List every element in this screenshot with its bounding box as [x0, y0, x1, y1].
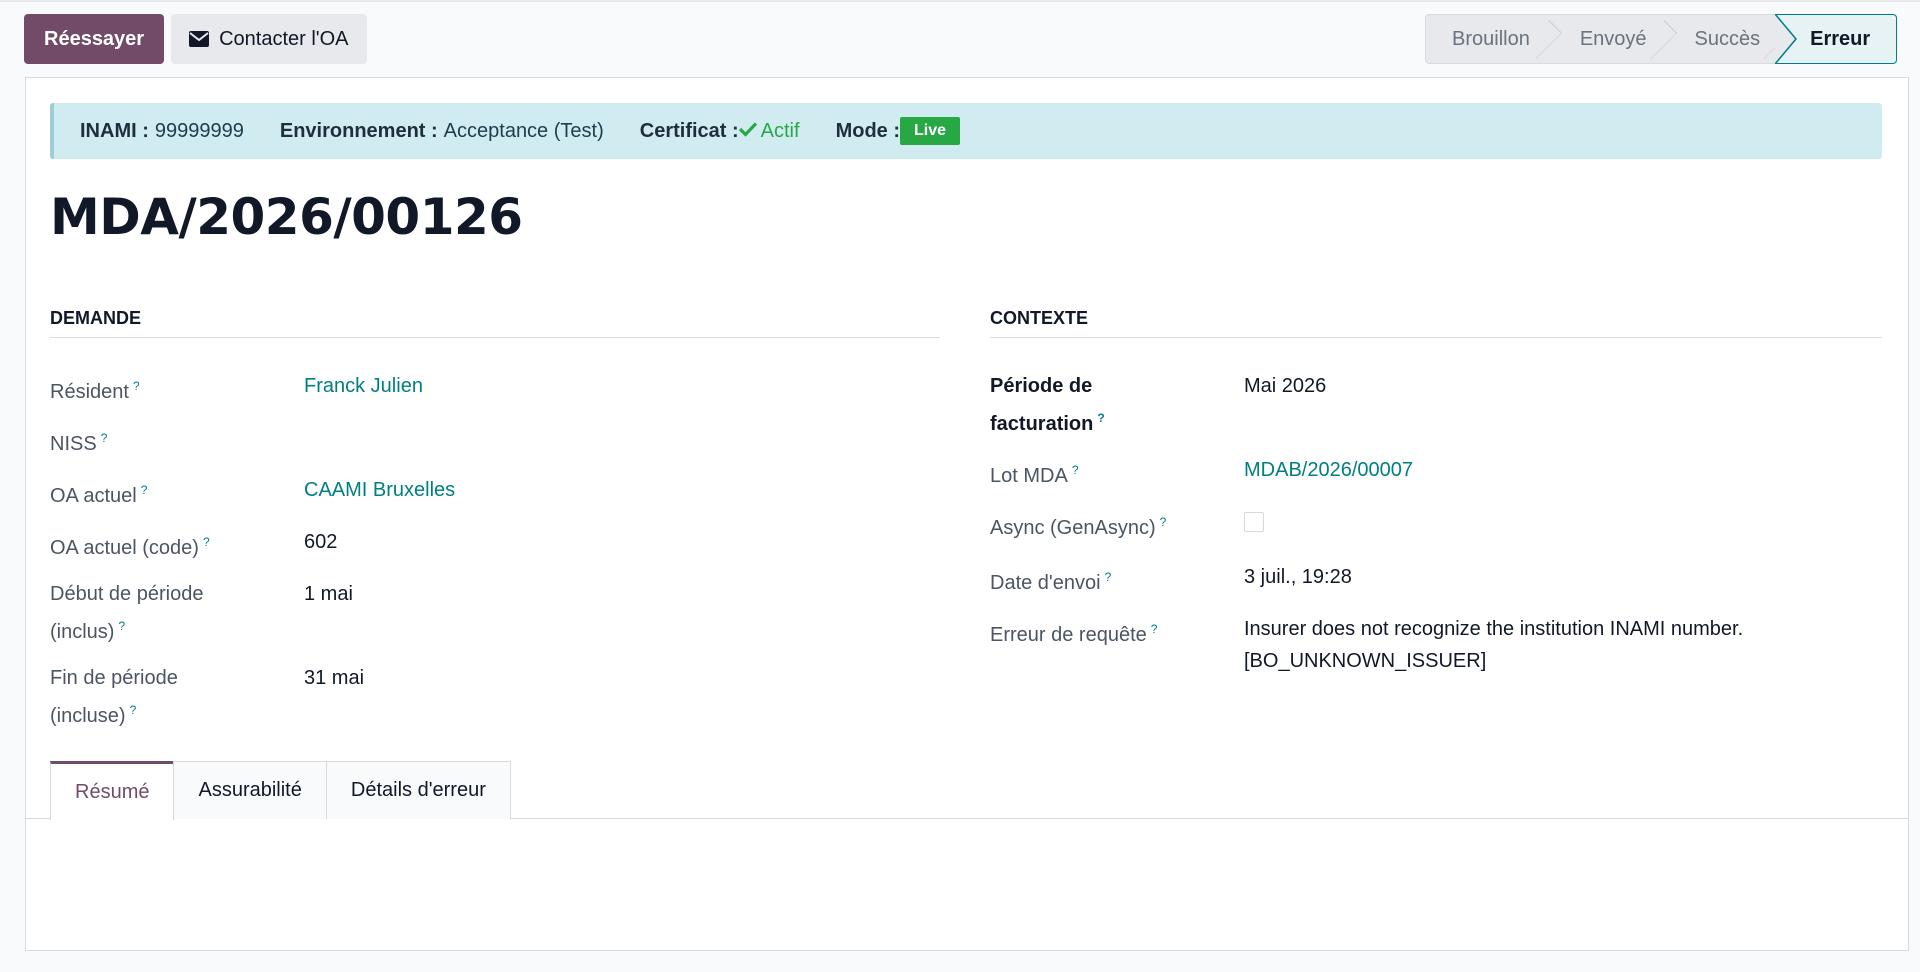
- label-oa-actuel: OA actuel?: [50, 474, 147, 512]
- top-border: [0, 0, 1920, 2]
- label-text: Résident: [50, 381, 129, 403]
- stage-label: Erreur: [1810, 27, 1871, 50]
- tab-resume[interactable]: Résumé: [50, 761, 175, 820]
- value-lot-mda[interactable]: MDAB/2026/00007: [1244, 454, 1413, 486]
- group-title-demande: DEMANDE: [50, 308, 940, 338]
- label-text: OA actuel: [50, 485, 137, 507]
- certificate-info: Certificat : Actif: [640, 120, 800, 143]
- control-panel: Réessayer Contacter l'OA: [24, 14, 367, 64]
- label-periode-facturation: Période de facturation?: [990, 370, 1105, 440]
- label-debut-periode: Début de période (inclus)?: [50, 578, 203, 648]
- label-resident: Résident?: [50, 370, 140, 408]
- stage-chevron-icon: [1775, 14, 1798, 64]
- stage-label: Succès: [1694, 27, 1761, 50]
- help-icon[interactable]: ?: [118, 619, 125, 633]
- async-checkbox[interactable]: [1244, 512, 1264, 532]
- tab-assurabilite[interactable]: Assurabilité: [173, 761, 327, 819]
- label-text: OA actuel (code): [50, 537, 199, 559]
- value-oa-code: 602: [304, 531, 338, 553]
- value-oa-actuel[interactable]: CAAMI Bruxelles: [304, 474, 455, 506]
- value-resident[interactable]: Franck Julien: [304, 370, 423, 402]
- help-icon[interactable]: ?: [1097, 411, 1104, 425]
- inami-label: INAMI :: [80, 119, 149, 142]
- value-erreur-requete: Insurer does not recognize the instituti…: [1244, 613, 1743, 677]
- help-icon[interactable]: ?: [1151, 622, 1158, 636]
- certificate-label: Certificat :: [639, 119, 739, 142]
- record-title: MDA/2026/00126: [50, 188, 523, 246]
- error-message: Insurer does not recognize the instituti…: [1244, 618, 1744, 640]
- label-fin-periode: Fin de période (incluse)?: [50, 662, 178, 732]
- stage-erreur[interactable]: Erreur: [1775, 14, 1898, 64]
- label-text: (inclus): [50, 621, 115, 643]
- help-icon[interactable]: ?: [1105, 570, 1112, 584]
- notebook-tabs: Résumé Assurabilité Détails d'erreur: [50, 761, 511, 820]
- help-icon[interactable]: ?: [1072, 463, 1079, 477]
- contact-oa-label: Contacter l'OA: [219, 27, 349, 50]
- stage-brouillon[interactable]: Brouillon: [1425, 14, 1548, 64]
- label-niss: NISS?: [50, 422, 107, 460]
- label-text: (incluse): [50, 705, 126, 727]
- stage-succes[interactable]: Succès: [1662, 14, 1777, 64]
- label-text: Début de période: [50, 583, 204, 605]
- label-text: Erreur de requête: [990, 624, 1147, 646]
- envelope-icon: [189, 31, 210, 47]
- label-text: Période de: [990, 375, 1093, 397]
- stage-label: Brouillon: [1452, 27, 1530, 50]
- environment-value: Acceptance (Test): [443, 119, 604, 142]
- help-icon[interactable]: ?: [1160, 515, 1167, 529]
- tab-details-erreur[interactable]: Détails d'erreur: [325, 761, 511, 819]
- inami-value: 99999999: [154, 119, 244, 142]
- label-async: Async (GenAsync)?: [990, 506, 1166, 544]
- value-fin-periode: 31 mai: [304, 667, 365, 689]
- value-periode-facturation: Mai 2026: [1244, 375, 1327, 397]
- retry-button[interactable]: Réessayer: [24, 14, 165, 64]
- help-icon[interactable]: ?: [130, 703, 137, 717]
- label-text: Fin de période: [50, 667, 178, 689]
- stage-envoye[interactable]: Envoyé: [1547, 14, 1663, 64]
- status-bar: Brouillon Envoyé Succès Erreur: [1425, 14, 1898, 64]
- certificate-status: Actif: [738, 119, 800, 143]
- help-icon[interactable]: ?: [141, 483, 148, 497]
- mode-info: Mode : Live: [835, 117, 961, 145]
- label-text: NISS: [50, 433, 97, 455]
- mode-label: Mode :: [835, 119, 900, 142]
- certificate-value: Actif: [760, 119, 800, 142]
- stage-label: Envoyé: [1579, 27, 1647, 50]
- help-icon[interactable]: ?: [133, 379, 140, 393]
- info-alert: INAMI : 99999999 Environnement : Accepta…: [50, 103, 1882, 159]
- help-icon[interactable]: ?: [203, 535, 210, 549]
- help-icon[interactable]: ?: [101, 431, 108, 445]
- label-erreur-requete: Erreur de requête?: [990, 613, 1157, 651]
- environment-info: Environnement : Acceptance (Test): [280, 120, 604, 143]
- value-date-envoi: 3 juil., 19:28: [1244, 566, 1352, 588]
- label-text: facturation: [990, 413, 1094, 435]
- label-lot-mda: Lot MDA?: [990, 454, 1079, 492]
- label-date-envoi: Date d'envoi?: [990, 561, 1111, 599]
- mode-badge: Live: [900, 117, 961, 145]
- inami-info: INAMI : 99999999: [80, 120, 244, 143]
- group-title-contexte: CONTEXTE: [990, 308, 1882, 338]
- contact-oa-button[interactable]: Contacter l'OA: [171, 14, 367, 64]
- label-text: Async (GenAsync): [990, 517, 1156, 539]
- label-text: Lot MDA: [990, 465, 1068, 487]
- error-code: [BO_UNKNOWN_ISSUER]: [1244, 650, 1487, 672]
- value-debut-periode: 1 mai: [304, 583, 353, 605]
- label-text: Date d'envoi: [990, 572, 1101, 594]
- environment-label: Environnement :: [279, 119, 438, 142]
- form-sheet: INAMI : 99999999 Environnement : Accepta…: [25, 77, 1909, 951]
- check-icon: [738, 120, 757, 143]
- label-oa-code: OA actuel (code)?: [50, 526, 210, 564]
